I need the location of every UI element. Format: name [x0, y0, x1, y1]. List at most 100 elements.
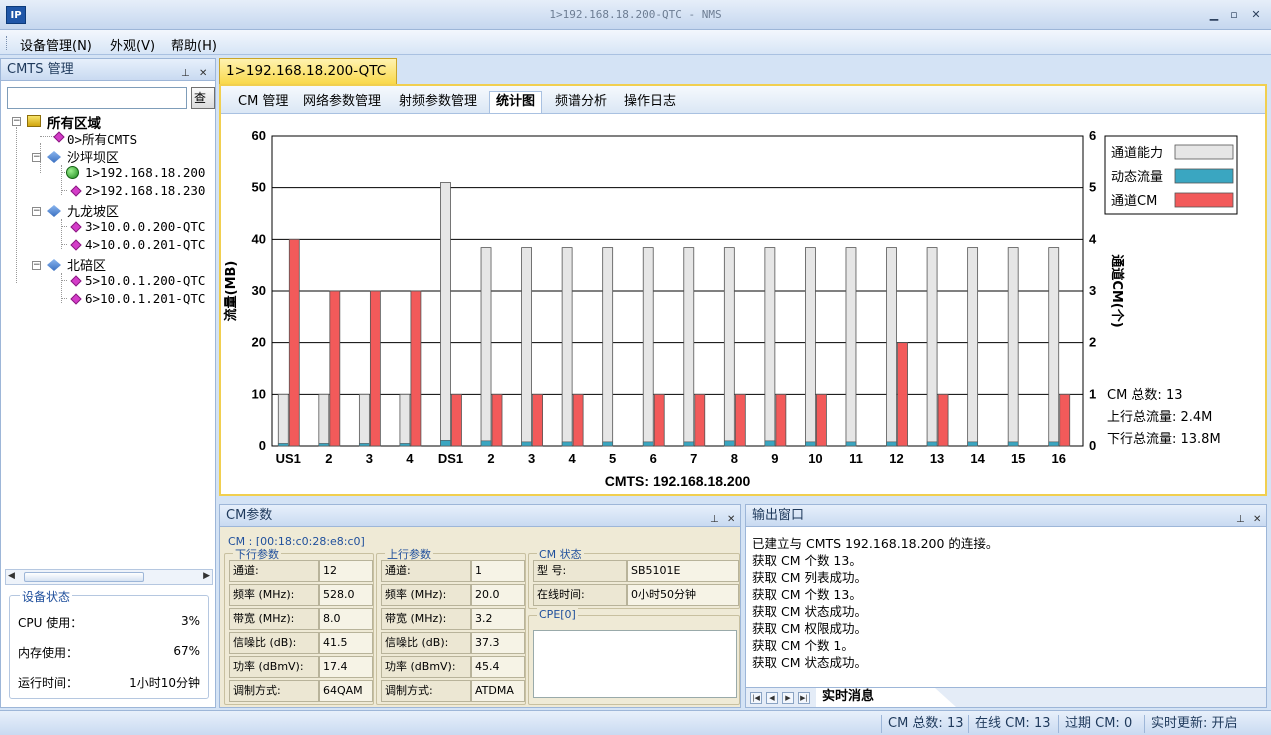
param-label: 带宽 (MHz):: [381, 608, 471, 630]
bar-dynamic-traffic: [480, 440, 492, 447]
zone-icon: [47, 205, 61, 217]
tree-item-cmts-4[interactable]: 4>10.0.0.201-QTC: [85, 237, 205, 252]
cmts-icon: [70, 221, 82, 233]
bar-channel-cm: [572, 393, 584, 447]
bar-dynamic-traffic: [1007, 441, 1019, 447]
scroll-right-icon[interactable]: ▶: [203, 571, 210, 581]
collapse-toggle-icon[interactable]: −: [12, 117, 21, 126]
scroll-left-icon[interactable]: ◀: [8, 571, 15, 581]
x-tick-label: 11: [849, 451, 863, 466]
bar-channel-capacity: [683, 247, 695, 447]
bar-channel-cm: [816, 393, 827, 447]
menu-help[interactable]: 帮助(H): [171, 35, 217, 54]
horizontal-scrollbar[interactable]: ◀ ▶: [5, 569, 213, 585]
next-page-icon[interactable]: ▶: [782, 692, 794, 704]
param-label: 调制方式:: [381, 680, 471, 702]
tab-spectrum[interactable]: 频谱分析: [548, 91, 614, 113]
bar-channel-capacity: [805, 247, 816, 447]
tab-cm-management[interactable]: CM 管理: [231, 91, 295, 113]
close-icon[interactable]: ✕: [1248, 8, 1264, 22]
close-icon[interactable]: ✕: [727, 509, 735, 531]
tree-item-cmts-1[interactable]: 1>192.168.18.200: [85, 165, 205, 180]
menu-view[interactable]: 外观(V): [110, 35, 155, 54]
tree-zone-beibei[interactable]: 北碚区: [67, 255, 106, 274]
param-value: SB5101E: [627, 560, 739, 582]
x-tick-label: 8: [731, 451, 738, 466]
tab-network-params[interactable]: 网络参数管理: [296, 91, 388, 113]
panel-title-text: CM参数: [226, 508, 273, 523]
param-value: 45.4: [471, 656, 525, 678]
param-label: 带宽 (MHz):: [229, 608, 319, 630]
param-value: 8.0: [319, 608, 373, 630]
tree-item-cmts-6[interactable]: 6>10.0.1.201-QTC: [85, 291, 205, 306]
scrollbar-thumb[interactable]: [24, 572, 144, 582]
pin-icon[interactable]: ⊥: [710, 509, 719, 531]
cmts-icon: [70, 239, 82, 251]
bar-channel-cm: [1059, 393, 1071, 447]
bar-dynamic-traffic: [1048, 441, 1060, 447]
param-value: 37.3: [471, 632, 525, 654]
tab-operation-log[interactable]: 操作日志: [617, 91, 683, 113]
prev-page-icon[interactable]: ◀: [766, 692, 778, 704]
panel-title-text: 输出窗口: [752, 508, 805, 523]
bar-dynamic-traffic: [764, 440, 776, 447]
first-page-icon[interactable]: |◀: [750, 692, 762, 704]
bar-channel-cm: [937, 393, 949, 447]
param-label: 功率 (dBmV):: [381, 656, 471, 678]
bar-channel-capacity: [845, 247, 857, 447]
bar-channel-cm: [897, 342, 908, 447]
bar-channel-cm: [288, 238, 300, 447]
last-page-icon[interactable]: ▶|: [798, 692, 810, 704]
tree-zone-shapingba[interactable]: 沙坪坝区: [67, 147, 119, 166]
tree-item-cmts-2[interactable]: 2>192.168.18.230: [85, 183, 205, 198]
param-value: 528.0: [319, 584, 373, 606]
chart-annotation: 下行总流量: 13.8M: [1107, 432, 1221, 447]
param-value: 17.4: [319, 656, 373, 678]
tab-statistics[interactable]: 统计图: [489, 91, 543, 113]
tree-item-all-cmts[interactable]: 0>所有CMTS: [67, 129, 137, 148]
x-tick-label: DS1: [438, 451, 463, 466]
tree-zone-jiulongpo[interactable]: 九龙坡区: [67, 201, 119, 220]
output-panel: 输出窗口 ⊥ ✕ |◀ ◀ ▶ ▶| 实时消息 已建立与 CMTS 192.16…: [745, 504, 1267, 708]
upstream-group: 上行参数 通道: 1 频率 (MHz): 20.0 带宽 (MHz): 3.2 信噪比 (d…: [376, 546, 526, 705]
collapse-toggle-icon[interactable]: −: [32, 261, 41, 270]
x-tick-label: 10: [808, 451, 822, 466]
maximize-icon[interactable]: ▫: [1226, 8, 1242, 22]
param-value: 12: [319, 560, 373, 582]
bar-dynamic-traffic: [440, 440, 451, 447]
bar-channel-cm: [694, 393, 706, 447]
panel-title-text: CMTS 管理: [7, 62, 74, 77]
bar-channel-capacity: [318, 393, 330, 447]
x-tick-label: 6: [650, 451, 657, 466]
collapse-toggle-icon[interactable]: −: [32, 207, 41, 216]
pin-icon[interactable]: ⊥: [1236, 509, 1245, 531]
bar-dynamic-traffic: [926, 441, 938, 447]
chart-annotation: 上行总流量: 2.4M: [1107, 410, 1212, 425]
close-icon[interactable]: ✕: [199, 63, 207, 85]
search-input[interactable]: [7, 87, 187, 109]
pin-icon[interactable]: ⊥: [181, 63, 190, 85]
cm-status-group: CM 状态 型 号: SB5101E 在线时间: 0小时50分钟: [528, 546, 740, 609]
cm-parameters-panel: CM参数 ⊥ ✕ CM : [00:18:c0:28:e8:c0] 下行参数 通…: [219, 504, 741, 708]
tab-realtime-messages[interactable]: 实时消息: [816, 688, 956, 707]
menu-bar: 设备管理(N) 外观(V) 帮助(H): [0, 30, 1271, 55]
x-axis-title: CMTS: 192.168.18.200: [605, 473, 751, 489]
x-tick-label: 15: [1011, 451, 1025, 466]
tab-cmts-document[interactable]: 1>192.168.18.200-QTC: [219, 58, 397, 84]
x-tick-label: 14: [970, 451, 985, 466]
tree-item-cmts-3[interactable]: 3>10.0.0.200-QTC: [85, 219, 205, 234]
minimize-icon[interactable]: ▁: [1206, 8, 1222, 22]
close-icon[interactable]: ✕: [1253, 509, 1261, 531]
cmts-tree: − 所有区域 0>所有CMTS − 沙坪坝区 1>192.168.18.200 …: [1, 109, 215, 365]
bar-channel-cm: [369, 290, 381, 447]
tree-item-cmts-5[interactable]: 5>10.0.1.200-QTC: [85, 273, 205, 288]
bar-dynamic-traffic: [642, 441, 654, 447]
param-label: 信噪比 (dB):: [381, 632, 471, 654]
cpe-list[interactable]: [533, 630, 737, 698]
x-tick-label: 4: [569, 451, 577, 466]
search-button[interactable]: 查找: [191, 87, 215, 109]
tab-rf-params[interactable]: 射频参数管理: [392, 91, 484, 113]
collapse-toggle-icon[interactable]: −: [32, 153, 41, 162]
bar-dynamic-traffic: [399, 443, 411, 447]
menu-device-management[interactable]: 设备管理(N): [20, 35, 92, 54]
